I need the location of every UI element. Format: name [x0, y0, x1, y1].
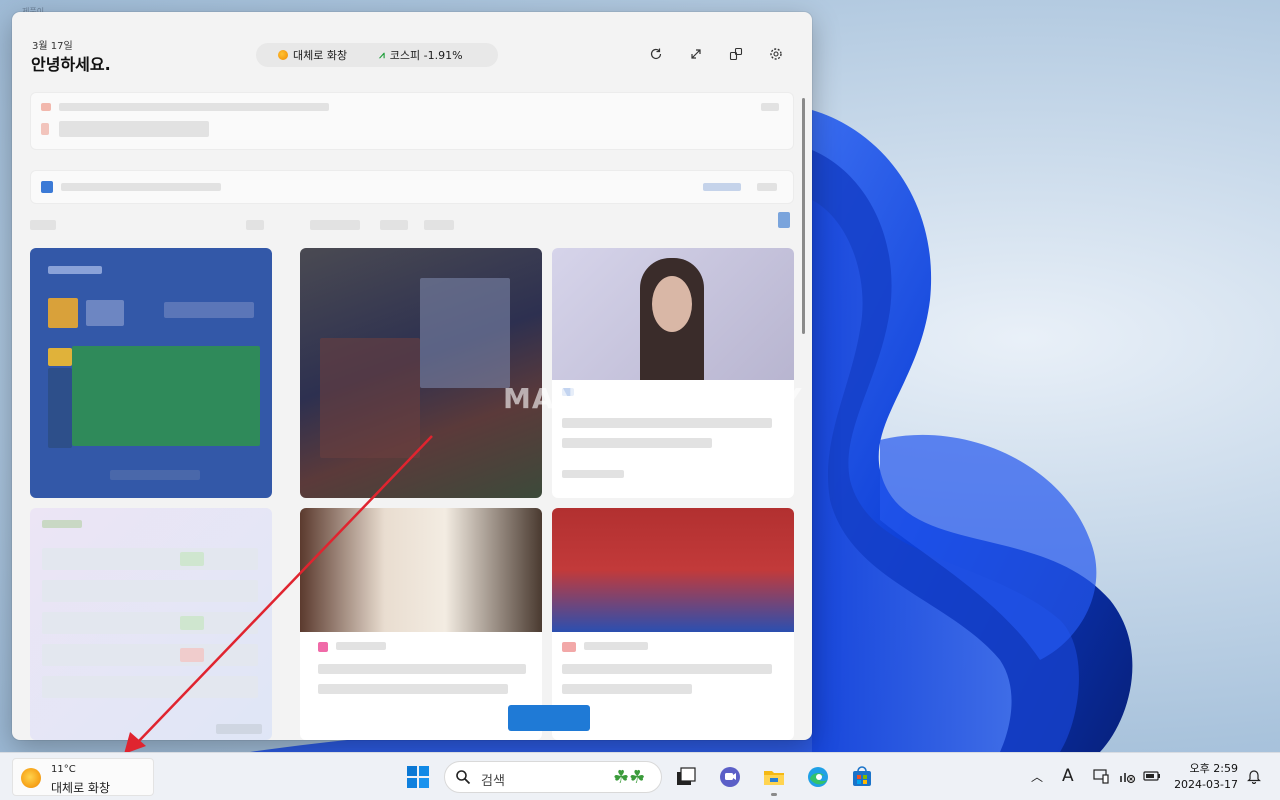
store-icon[interactable] [850, 765, 874, 789]
blurred-text [48, 368, 72, 448]
notification-bell-icon[interactable] [1246, 768, 1262, 784]
blurred-icon [562, 642, 576, 652]
start-icon[interactable] [406, 765, 430, 789]
blurred-link [216, 724, 262, 734]
blurred-badge [180, 552, 204, 566]
weather-chip[interactable]: 대체로 화창 [278, 47, 347, 63]
expand-icon[interactable] [686, 44, 706, 64]
panel-scrollbar[interactable] [802, 98, 805, 334]
widgets-panel: 3월 17일 안녕하세요. 대체로 화창 ⩘ 코스피 -1.91% MANUAL… [12, 12, 812, 740]
blurred-link [703, 183, 741, 191]
news-tile-article[interactable] [300, 508, 542, 740]
stock-trend-icon: ⩘ [379, 49, 385, 61]
blurred-photo [652, 276, 692, 332]
blurred-text [318, 684, 508, 694]
clock-time: 오후 2:59 [1189, 762, 1238, 775]
blurred-row [42, 676, 258, 698]
weather-icon [278, 50, 288, 60]
stock-chip[interactable]: ⩘ 코스피 -1.91% [379, 47, 462, 63]
stocks-tile[interactable] [30, 508, 272, 740]
watermark: MANUAL FACTORY [503, 382, 803, 415]
blurred-icon [48, 348, 72, 366]
blurred-text [61, 183, 221, 191]
blurred-row [42, 580, 258, 602]
blurred-icon [41, 181, 53, 193]
input-indicator-icon[interactable]: A [1062, 766, 1074, 786]
blurred-text [757, 183, 777, 191]
blurred-row [42, 644, 258, 666]
blurred-photo [420, 278, 510, 388]
blurred-section-label [424, 220, 454, 230]
blurred-text [562, 664, 772, 674]
blurred-text [164, 302, 254, 318]
sun-icon [21, 768, 41, 788]
weather-temperature: 11°C [51, 764, 76, 775]
feed-card-bar[interactable] [30, 170, 794, 204]
weather-chip-label: 대체로 화창 [293, 49, 348, 62]
blurred-field [72, 346, 260, 446]
blurred-text [562, 470, 624, 478]
show-hidden-icons-chevron-icon[interactable]: ︿ [1031, 768, 1043, 785]
blurred-section-label [380, 220, 408, 230]
clover-icon: ☘☘ [613, 767, 646, 788]
task-view-icon[interactable] [674, 765, 698, 789]
blurred-row [42, 612, 258, 634]
blurred-icon [318, 642, 328, 652]
blurred-text [42, 520, 82, 528]
blurred-badge [180, 648, 204, 662]
article-image [552, 508, 794, 632]
weather-widget-button[interactable]: 11°C 대체로 화창 [12, 758, 154, 796]
feed-card-top[interactable] [30, 92, 794, 150]
blurred-icon [41, 123, 49, 135]
weather-condition: 대체로 화창 [51, 781, 111, 795]
info-pill[interactable]: 대체로 화창 ⩘ 코스피 -1.91% [256, 43, 498, 67]
widgets-greeting: 안녕하세요. [31, 55, 111, 74]
blurred-text [761, 103, 779, 111]
blurred-photo [320, 338, 420, 458]
blurred-icon [41, 103, 51, 111]
news-tile-article[interactable] [552, 248, 794, 498]
blurred-text [562, 684, 692, 694]
refresh-icon[interactable] [646, 44, 666, 64]
blurred-badge [180, 616, 204, 630]
blurred-text [59, 121, 209, 137]
network-icon[interactable] [1118, 767, 1136, 785]
blurred-text [86, 300, 124, 326]
taskbar-clock[interactable]: 오후 2:59 2024-03-17 [1174, 761, 1238, 793]
blurred-section-label [310, 220, 360, 230]
blurred-text [336, 642, 386, 650]
blurred-icon [778, 212, 790, 228]
see-more-button[interactable] [508, 705, 590, 731]
blurred-row [42, 548, 258, 570]
blurred-text [59, 103, 329, 111]
news-tile-photo[interactable] [300, 248, 542, 498]
file-explorer-icon[interactable] [762, 765, 786, 789]
taskbar-search[interactable]: 검색 ☘☘ [444, 761, 662, 793]
blurred-text [318, 664, 526, 674]
edge-icon[interactable] [806, 765, 830, 789]
stock-chip-label: 코스피 -1.91% [389, 49, 463, 62]
settings-icon[interactable] [766, 44, 786, 64]
blurred-section-label [246, 220, 264, 230]
blurred-text [562, 438, 712, 448]
sports-tile[interactable] [30, 248, 272, 498]
search-icon [456, 770, 471, 785]
blurred-text [584, 642, 648, 650]
running-indicator [771, 793, 777, 796]
blurred-section-label [30, 220, 56, 230]
search-placeholder: 검색 [481, 774, 505, 789]
article-image [552, 248, 794, 380]
widgets-date: 3월 17일 [32, 41, 73, 52]
chat-icon[interactable] [718, 765, 742, 789]
blurred-text [562, 418, 772, 428]
clock-date: 2024-03-17 [1174, 778, 1238, 791]
article-image [300, 508, 542, 632]
blurred-text [110, 470, 200, 480]
blurred-text [48, 266, 102, 274]
battery-icon[interactable] [1142, 767, 1162, 785]
people-icon[interactable] [726, 44, 746, 64]
phone-link-icon[interactable] [1092, 767, 1110, 785]
taskbar: 11°C 대체로 화창 검색 ☘☘ ︿ A 오후 2:59 2024-03-17 [0, 752, 1280, 800]
blurred-icon [48, 298, 78, 328]
